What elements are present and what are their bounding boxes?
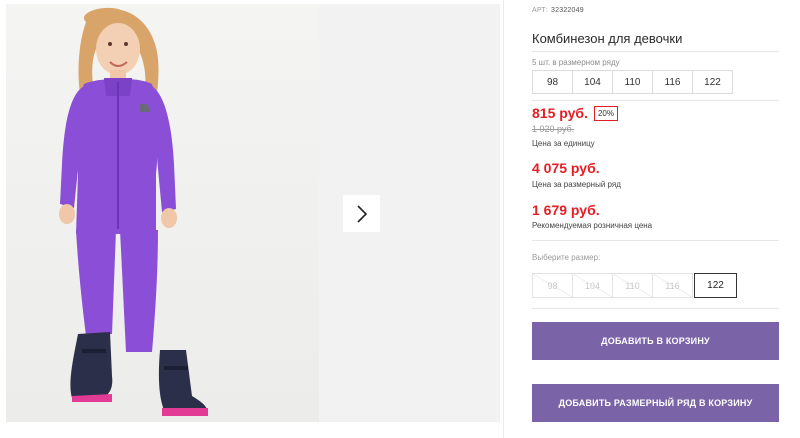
title-divider [532, 51, 779, 52]
size-option-110[interactable]: 110 [612, 273, 653, 298]
size-row-cell: 110 [612, 70, 653, 94]
size-row-divider [532, 100, 779, 101]
retail-price-note: Рекомендуемая розничная цена [532, 221, 653, 230]
size-row-grid: 98 104 110 116 122 [532, 70, 733, 94]
product-gallery [0, 0, 500, 438]
product-title: Комбинезон для девочки [532, 31, 683, 46]
unit-price: 815 руб. [532, 105, 588, 121]
size-row-price-note: Цена за размерный ряд [532, 180, 621, 189]
discount-badge: 20% [593, 105, 618, 121]
add-size-row-to-cart-button[interactable]: ДОБАВИТЬ РАЗМЕРНЫЙ РЯД В КОРЗИНУ [532, 384, 779, 422]
vertical-divider [503, 0, 504, 438]
size-row-cell: 116 [652, 70, 693, 94]
price-divider [532, 240, 779, 241]
add-to-cart-button[interactable]: ДОБАВИТЬ В КОРЗИНУ [532, 322, 779, 360]
old-price: 1 020 руб. [532, 124, 575, 134]
sku: АРТ: 32322049 [532, 7, 584, 14]
size-row-cell: 104 [572, 70, 613, 94]
unit-price-note: Цена за единицу [532, 139, 595, 148]
size-row-cell: 122 [692, 70, 733, 94]
size-option-98[interactable]: 98 [532, 273, 573, 298]
retail-price: 1 679 руб. [532, 202, 600, 218]
size-row-label: 5 шт. в размерном ряду [532, 58, 620, 67]
unit-price-row: 815 руб. 20% [532, 105, 618, 121]
size-option-116[interactable]: 116 [652, 273, 693, 298]
size-selector: 98 104 110 116 122 [532, 273, 737, 298]
choose-size-label: Выберите размер: [532, 253, 601, 262]
sku-value: 32322049 [551, 7, 584, 14]
next-image-button[interactable] [343, 195, 380, 232]
size-row-cell: 98 [532, 70, 573, 94]
size-option-122[interactable]: 122 [694, 273, 737, 298]
size-select-divider [532, 308, 779, 309]
size-option-104[interactable]: 104 [572, 273, 613, 298]
sku-label: АРТ: [532, 7, 549, 14]
chevron-right-icon [356, 204, 367, 223]
product-photo[interactable] [6, 4, 319, 422]
girl-in-purple-jumpsuit-image [59, 7, 208, 416]
size-row-price: 4 075 руб. [532, 160, 600, 176]
